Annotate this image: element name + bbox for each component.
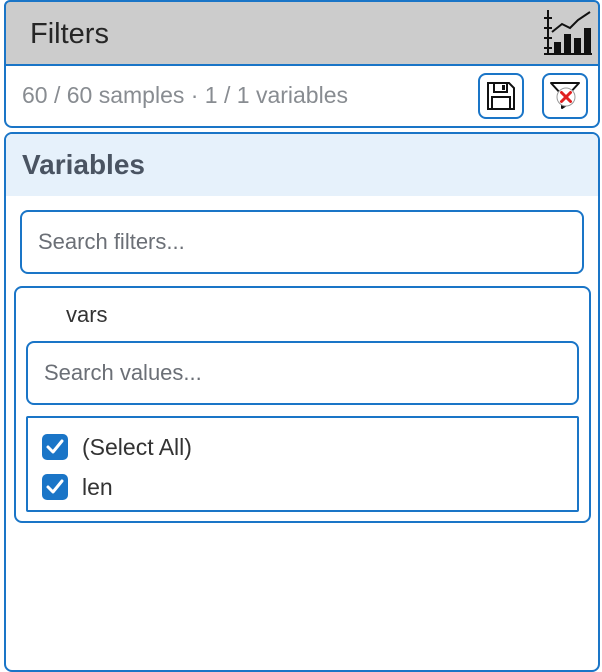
filter-variable-label: vars bbox=[66, 302, 108, 327]
variables-title: Variables bbox=[22, 149, 145, 180]
variables-panel: Variables vars (Select All) le bbox=[4, 132, 600, 672]
vars-filter-card: vars (Select All) len bbox=[14, 286, 591, 523]
value-checkbox-list: (Select All) len bbox=[26, 416, 579, 512]
summary-bar: 60 / 60 samples · 1 / 1 variables bbox=[4, 66, 600, 128]
clear-filter-icon bbox=[550, 82, 580, 109]
checkmark-icon bbox=[46, 439, 64, 454]
filters-header: Filters bbox=[4, 0, 600, 66]
save-icon bbox=[487, 82, 515, 110]
header-title: Filters bbox=[30, 18, 109, 50]
checkmark-icon bbox=[46, 479, 64, 494]
len-label: len bbox=[82, 474, 113, 500]
select-all-label: (Select All) bbox=[82, 434, 192, 460]
len-checkbox[interactable] bbox=[42, 474, 68, 500]
search-values-input[interactable] bbox=[26, 341, 579, 405]
select-all-checkbox[interactable] bbox=[42, 434, 68, 460]
clear-filters-button[interactable] bbox=[542, 73, 588, 119]
variables-panel-header: Variables bbox=[6, 134, 598, 196]
save-button[interactable] bbox=[478, 73, 524, 119]
sample-count-text: 60 / 60 samples · 1 / 1 variables bbox=[22, 82, 348, 108]
search-filters-input[interactable] bbox=[20, 210, 584, 274]
bar-chart-icon[interactable] bbox=[542, 8, 594, 58]
